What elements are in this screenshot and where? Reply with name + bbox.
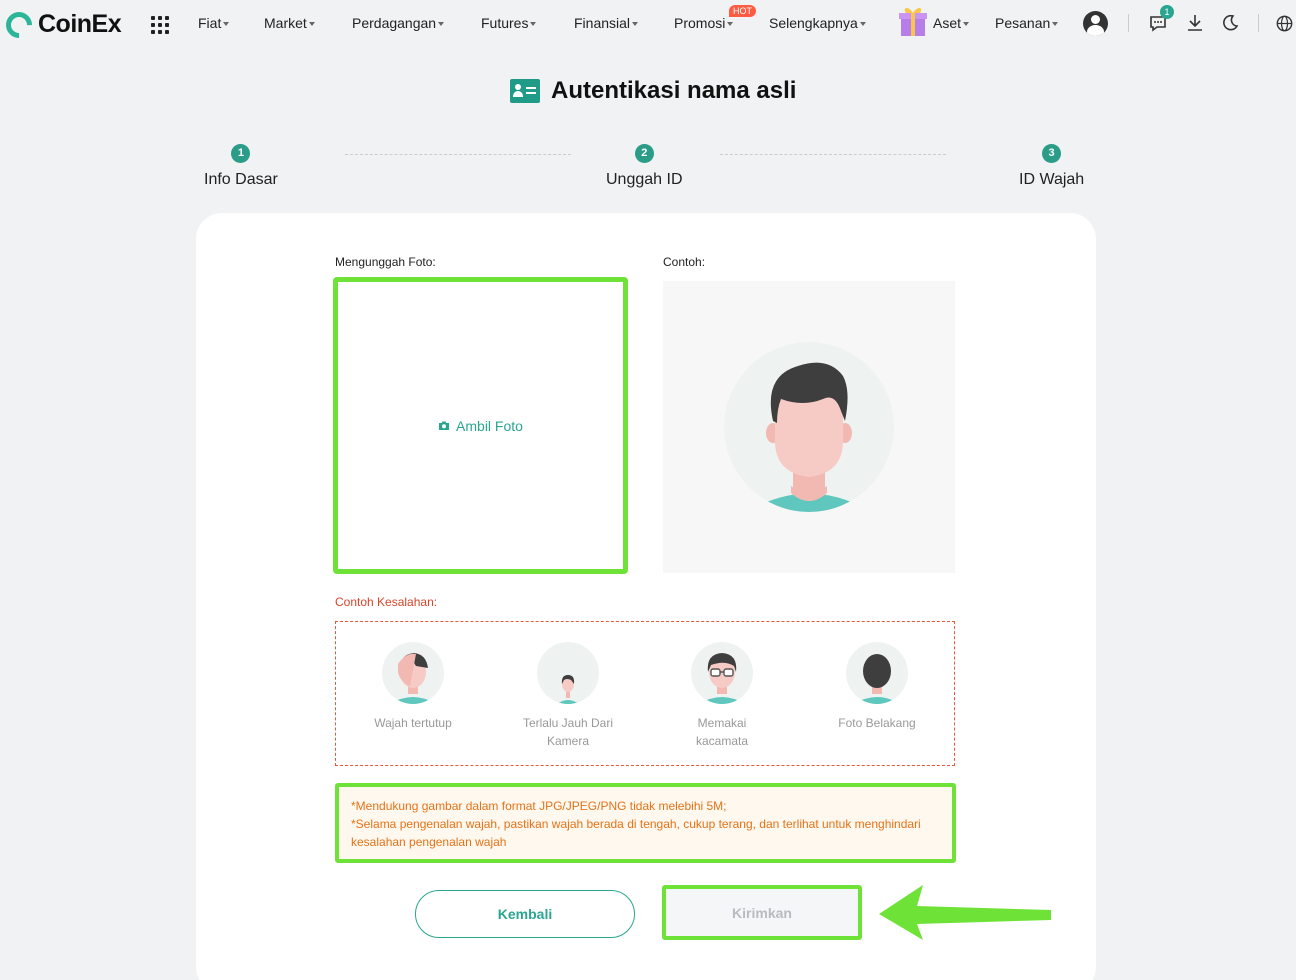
photo-upload-area[interactable]: Ambil Foto bbox=[333, 277, 628, 574]
nav-pesanan[interactable]: Pesanan bbox=[995, 15, 1059, 31]
nav-finansial[interactable]: Finansial bbox=[574, 15, 639, 31]
camera-icon bbox=[439, 421, 450, 430]
chevron-down-icon bbox=[859, 22, 866, 27]
take-photo-label: Ambil Foto bbox=[456, 417, 523, 434]
nav-aset[interactable]: Aset bbox=[933, 15, 970, 31]
wrong-example-caption: Memakai kacamata bbox=[695, 716, 749, 748]
take-photo-button[interactable]: Ambil Foto bbox=[438, 418, 523, 434]
step-connector bbox=[345, 154, 571, 155]
face-too-far-icon bbox=[537, 642, 599, 704]
nav-perdagangan[interactable]: Perdagangan bbox=[352, 15, 445, 31]
step-label: ID Wajah bbox=[1019, 171, 1085, 188]
top-navigation-bar: CoinEx Fiat Market Perdagangan Futures F… bbox=[0, 0, 1296, 48]
notification-badge: 1 bbox=[1160, 5, 1174, 19]
note-line: *Mendukung gambar dalam format JPG/JPEG/… bbox=[351, 799, 727, 813]
page-title: Autentikasi nama asli bbox=[510, 77, 796, 105]
chevron-down-icon bbox=[530, 22, 537, 27]
chevron-down-icon bbox=[727, 22, 734, 27]
id-card-icon bbox=[510, 79, 540, 103]
upload-requirements-note: *Mendukung gambar dalam format JPG/JPEG/… bbox=[335, 783, 956, 863]
download-icon[interactable] bbox=[1185, 13, 1205, 33]
nav-promosi[interactable]: Promosi bbox=[674, 15, 734, 31]
nav-selengkapnya[interactable]: Selengkapnya bbox=[769, 15, 866, 31]
logo-text: CoinEx bbox=[38, 10, 122, 38]
note-line: *Selama pengenalan wajah, pastikan wajah… bbox=[351, 817, 921, 849]
chevron-down-icon bbox=[308, 22, 315, 27]
nav-futures[interactable]: Futures bbox=[481, 15, 537, 31]
step-number: 3 bbox=[1042, 144, 1062, 163]
step-unggah-id: 2 Unggah ID bbox=[606, 144, 683, 189]
face-covered-icon bbox=[382, 642, 444, 704]
wrong-example-covered: Wajah tertutup bbox=[348, 642, 478, 732]
wrong-example-back: Foto Belakang bbox=[812, 642, 942, 732]
wrong-example-caption: Foto Belakang bbox=[838, 716, 916, 730]
face-glasses-icon bbox=[691, 642, 753, 704]
wrong-examples-box: Wajah tertutup Terlalu Jauh DariKamera bbox=[335, 621, 955, 766]
sample-label: Contoh: bbox=[663, 255, 706, 269]
sample-photo bbox=[663, 281, 955, 573]
globe-icon[interactable] bbox=[1274, 13, 1294, 33]
step-number: 2 bbox=[634, 144, 654, 163]
nav-fiat[interactable]: Fiat bbox=[198, 15, 230, 31]
chevron-down-icon bbox=[438, 22, 445, 27]
pointer-arrow-icon bbox=[879, 885, 1051, 940]
header-divider bbox=[1258, 14, 1259, 32]
page-title-text: Autentikasi nama asli bbox=[551, 77, 797, 104]
submit-button[interactable]: Kirimkan bbox=[666, 889, 858, 936]
chevron-down-icon bbox=[1052, 22, 1059, 27]
header-divider bbox=[1128, 14, 1129, 32]
step-info-dasar: 1 Info Dasar bbox=[204, 144, 278, 189]
moon-icon[interactable] bbox=[1220, 13, 1240, 33]
wrong-examples-label: Contoh Kesalahan: bbox=[335, 595, 438, 609]
wrong-example-too-far: Terlalu Jauh Dari Kamera bbox=[503, 642, 633, 750]
chevron-down-icon bbox=[223, 22, 230, 27]
hot-badge: HOT bbox=[729, 5, 756, 17]
nav-market[interactable]: Market bbox=[264, 15, 315, 31]
upload-label: Mengunggah Foto: bbox=[335, 255, 436, 269]
face-id-card bbox=[196, 213, 1096, 980]
gift-icon[interactable] bbox=[898, 5, 928, 37]
step-label: Info Dasar bbox=[204, 171, 278, 188]
wrong-example-caption: Wajah tertutup bbox=[374, 716, 452, 730]
avatar-icon[interactable] bbox=[1083, 11, 1108, 36]
step-connector bbox=[720, 154, 946, 155]
coinex-logo-icon bbox=[0, 6, 38, 43]
step-id-wajah: 3 ID Wajah bbox=[1019, 144, 1084, 189]
chevron-down-icon bbox=[632, 22, 639, 27]
sample-face-illustration bbox=[724, 342, 894, 512]
back-button[interactable]: Kembali bbox=[415, 890, 635, 938]
wrong-example-caption: Terlalu Jauh Dari Kamera bbox=[522, 716, 614, 748]
coinex-logo[interactable]: CoinEx bbox=[0, 6, 122, 43]
wrong-example-glasses: Memakai kacamata bbox=[657, 642, 787, 750]
face-back-icon bbox=[846, 642, 908, 704]
step-number: 1 bbox=[231, 144, 251, 163]
chevron-down-icon bbox=[963, 22, 970, 27]
apps-grid-icon[interactable] bbox=[151, 16, 169, 34]
step-label: Unggah ID bbox=[606, 171, 683, 188]
